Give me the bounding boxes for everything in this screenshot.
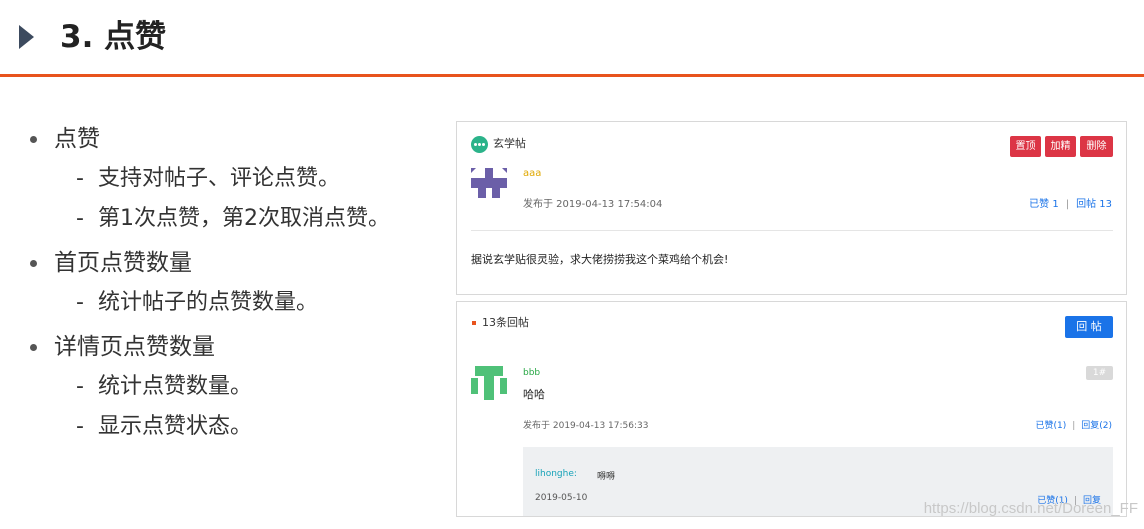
board-name: 玄学帖 [493, 137, 526, 150]
replies-card: 13条回帖 回 帖 bbb 1# 哈哈 发布于 2019-04-13 17:56… [456, 301, 1127, 517]
bullet-group-detail-count: 详情页点赞数量 - 统计点赞数量。 - 显示点赞状态。 [28, 332, 438, 442]
bullet-dot-icon [30, 344, 37, 351]
reply-count-label: 13条回帖 [482, 316, 529, 329]
sub-bullet-item: - 统计帖子的点赞数量。 [28, 288, 438, 318]
square-marker-icon [472, 321, 476, 325]
chat-bubble-icon [471, 136, 488, 153]
comment-text: 嘚嘚 [597, 472, 616, 482]
bullet-item: 详情页点赞数量 [28, 332, 438, 362]
post-card: 玄学帖 置顶 加精 删除 aaa 发布于 2019-04-13 17:54:04… [456, 121, 1127, 295]
sub-bullet-text: 第1次点赞，第2次取消点赞。 [98, 206, 390, 231]
sub-bullet-item: - 显示点赞状态。 [28, 412, 438, 442]
bullet-list: 点赞 - 支持对帖子、评论点赞。 - 第1次点赞，第2次取消点赞。 首页点赞数量 -… [28, 124, 438, 456]
stats-separator: | [1072, 421, 1076, 431]
dash-marker: - [76, 290, 84, 315]
header-divider [0, 74, 1144, 77]
bullet-dot-icon [30, 260, 37, 267]
dash-marker: - [76, 414, 84, 439]
sub-bullet-text: 统计点赞数量。 [98, 374, 253, 399]
sub-bullet-item: - 统计点赞数量。 [28, 372, 438, 402]
divider [471, 230, 1113, 231]
avatar [471, 366, 507, 400]
post-author[interactable]: aaa [523, 168, 541, 179]
floor-badge: 1# [1086, 366, 1113, 380]
reply-author[interactable]: bbb [523, 368, 540, 378]
slide-title: 3. 点赞 [60, 19, 167, 55]
sub-bullet-item: - 支持对帖子、评论点赞。 [28, 164, 438, 194]
reply-time: 发布于 2019-04-13 17:56:33 [523, 421, 649, 431]
reply-text: 哈哈 [523, 388, 545, 401]
post-time: 发布于 2019-04-13 17:54:04 [523, 199, 663, 210]
post-stats: 已赞 1 | 回帖 13 [1029, 195, 1112, 210]
bullet-group-like: 点赞 - 支持对帖子、评论点赞。 - 第1次点赞，第2次取消点赞。 [28, 124, 438, 234]
slide-header: 3. 点赞 [0, 0, 1144, 77]
sub-bullet-text: 支持对帖子、评论点赞。 [98, 166, 341, 191]
dash-marker: - [76, 206, 84, 231]
bullet-dot-icon [30, 136, 37, 143]
post-content: 据说玄学贴很灵验，求大佬捞捞我这个菜鸡给个机会! [471, 253, 729, 266]
reply-stats: 已赞(1) | 回复(2) [1035, 418, 1112, 431]
mark-featured-button[interactable]: 加精 [1045, 136, 1076, 157]
comment-user[interactable]: lihonghe: [535, 469, 577, 479]
bullet-text: 点赞 [54, 126, 100, 152]
avatar [471, 168, 507, 198]
bullet-item: 首页点赞数量 [28, 248, 438, 278]
comment-time: 2019-05-10 [535, 493, 588, 503]
watermark: https://blog.csdn.net/Doreen_FF [923, 500, 1138, 517]
reply-button[interactable]: 回 帖 [1065, 316, 1113, 338]
dash-marker: - [76, 374, 84, 399]
stats-separator: | [1065, 199, 1070, 210]
like-link[interactable]: 已赞(1) [1035, 421, 1066, 431]
pin-top-button[interactable]: 置顶 [1010, 136, 1041, 157]
sub-bullet-text: 显示点赞状态。 [98, 414, 253, 439]
delete-button[interactable]: 删除 [1080, 136, 1113, 157]
bullet-item: 点赞 [28, 124, 438, 154]
sub-bullet-text: 统计帖子的点赞数量。 [98, 290, 319, 315]
reply-count-link[interactable]: 回帖 13 [1076, 199, 1112, 210]
bullet-group-home-count: 首页点赞数量 - 统计帖子的点赞数量。 [28, 248, 438, 318]
dash-marker: - [76, 166, 84, 191]
reply-link[interactable]: 回复(2) [1081, 421, 1112, 431]
bullet-text: 首页点赞数量 [54, 250, 192, 276]
like-link[interactable]: 已赞 1 [1029, 199, 1059, 210]
sub-bullet-item: - 第1次点赞，第2次取消点赞。 [28, 204, 438, 234]
triangle-arrow-icon [19, 25, 34, 49]
bullet-text: 详情页点赞数量 [54, 334, 215, 360]
